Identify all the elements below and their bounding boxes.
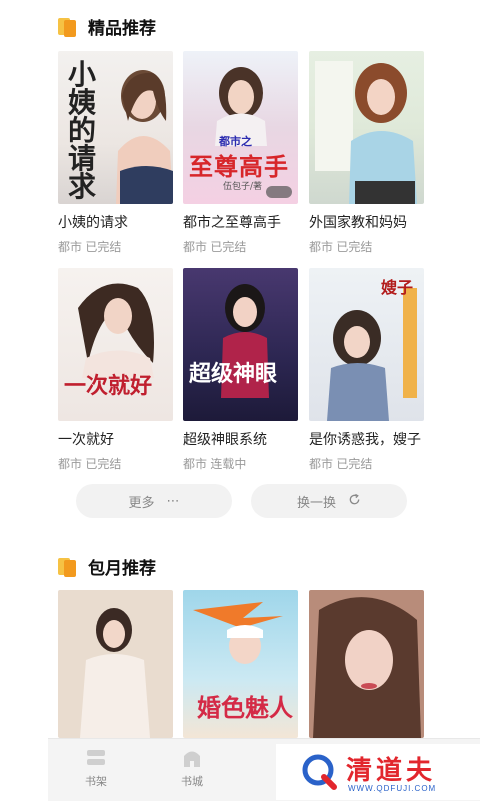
tab-bookstore[interactable]: 书城 [162,747,222,789]
cover-title: 婚色魅人 [197,693,293,722]
book-meta: 都市 已完结 [58,457,122,471]
cover-title: 一次就好 [64,373,153,399]
watermark: 清道夫 WWW.QDFUJI.COM [276,744,480,800]
book-title[interactable]: 是你诱惑我，嫂子 [309,429,424,449]
cover-title: 超级神眼 [189,361,278,387]
book-card[interactable]: 婚色魅人 [183,590,298,738]
section-header-monthly: 包月推荐 [58,554,156,579]
cover-badge [266,186,292,198]
section-title: 包月推荐 [88,559,156,578]
book-meta: 都市 已完结 [58,240,122,254]
cover-title-vertical: 小 姨 的 请 求 [68,58,97,203]
book-card[interactable]: 外国家教和妈妈 都市 已完结 [309,51,424,255]
cover-title: 至尊高手 [189,152,289,181]
book-title[interactable]: 小姨的请求 [58,212,173,232]
section-title: 精品推荐 [88,19,156,38]
bookstore-icon [181,747,203,769]
book-cover[interactable]: 都市之 至尊高手 伍包子/著 [183,51,298,204]
book-card[interactable]: 一次就好 一次就好 都市 已完结 [58,268,173,472]
book-title[interactable]: 外国家教和妈妈 [309,212,424,232]
book-meta: 都市 已完结 [183,240,247,254]
watermark-logo-icon [300,752,340,792]
refresh-label: 换一换 [296,494,336,510]
book-cover[interactable]: 嫂子 [309,268,424,421]
refresh-button[interactable]: 换一换 [251,484,407,518]
book-cover[interactable] [58,590,173,738]
book-cover[interactable]: 婚色魅人 [183,590,298,738]
tab-bookshelf[interactable]: 书架 [66,747,126,789]
ellipsis-icon: ⋯ [166,493,180,508]
book-meta: 都市 连载中 [183,457,247,471]
watermark-text: 清道夫 [346,756,437,786]
book-card[interactable]: 嫂子 是你诱惑我，嫂子 都市 已完结 [309,268,424,472]
book-title[interactable]: 一次就好 [58,429,173,449]
section-header-premium: 精品推荐 [58,14,156,39]
tab-label: 书城 [181,776,203,788]
book-card[interactable] [58,590,173,738]
cover-author: 伍包子/著 [223,182,263,192]
book-icon [58,17,80,37]
book-card[interactable] [309,590,424,738]
book-card[interactable]: 超级神眼 超级神眼系统 都市 连载中 [183,268,298,472]
refresh-icon [348,493,361,509]
book-card[interactable]: 都市之 至尊高手 伍包子/著 都市之至尊高手 都市 已完结 [183,51,298,255]
book-title[interactable]: 超级神眼系统 [183,429,298,449]
tab-label: 书架 [85,776,107,788]
book-card[interactable]: 小 姨 的 请 求 小姨的请求 都市 已完结 [58,51,173,255]
book-cover[interactable] [309,590,424,738]
book-cover[interactable]: 小 姨 的 请 求 [58,51,173,204]
book-cover[interactable] [309,51,424,204]
book-cover[interactable]: 超级神眼 [183,268,298,421]
bookshelf-icon [85,747,107,769]
more-label: 更多 [128,494,155,510]
watermark-url: WWW.QDFUJI.COM [348,784,437,793]
book-title[interactable]: 都市之至尊高手 [183,212,298,232]
book-meta: 都市 已完结 [309,240,373,254]
book-icon [58,557,80,577]
book-cover[interactable]: 一次就好 [58,268,173,421]
cover-title: 嫂子 [381,278,414,297]
more-button[interactable]: 更多 ⋯ [76,484,232,518]
book-meta: 都市 已完结 [309,457,373,471]
